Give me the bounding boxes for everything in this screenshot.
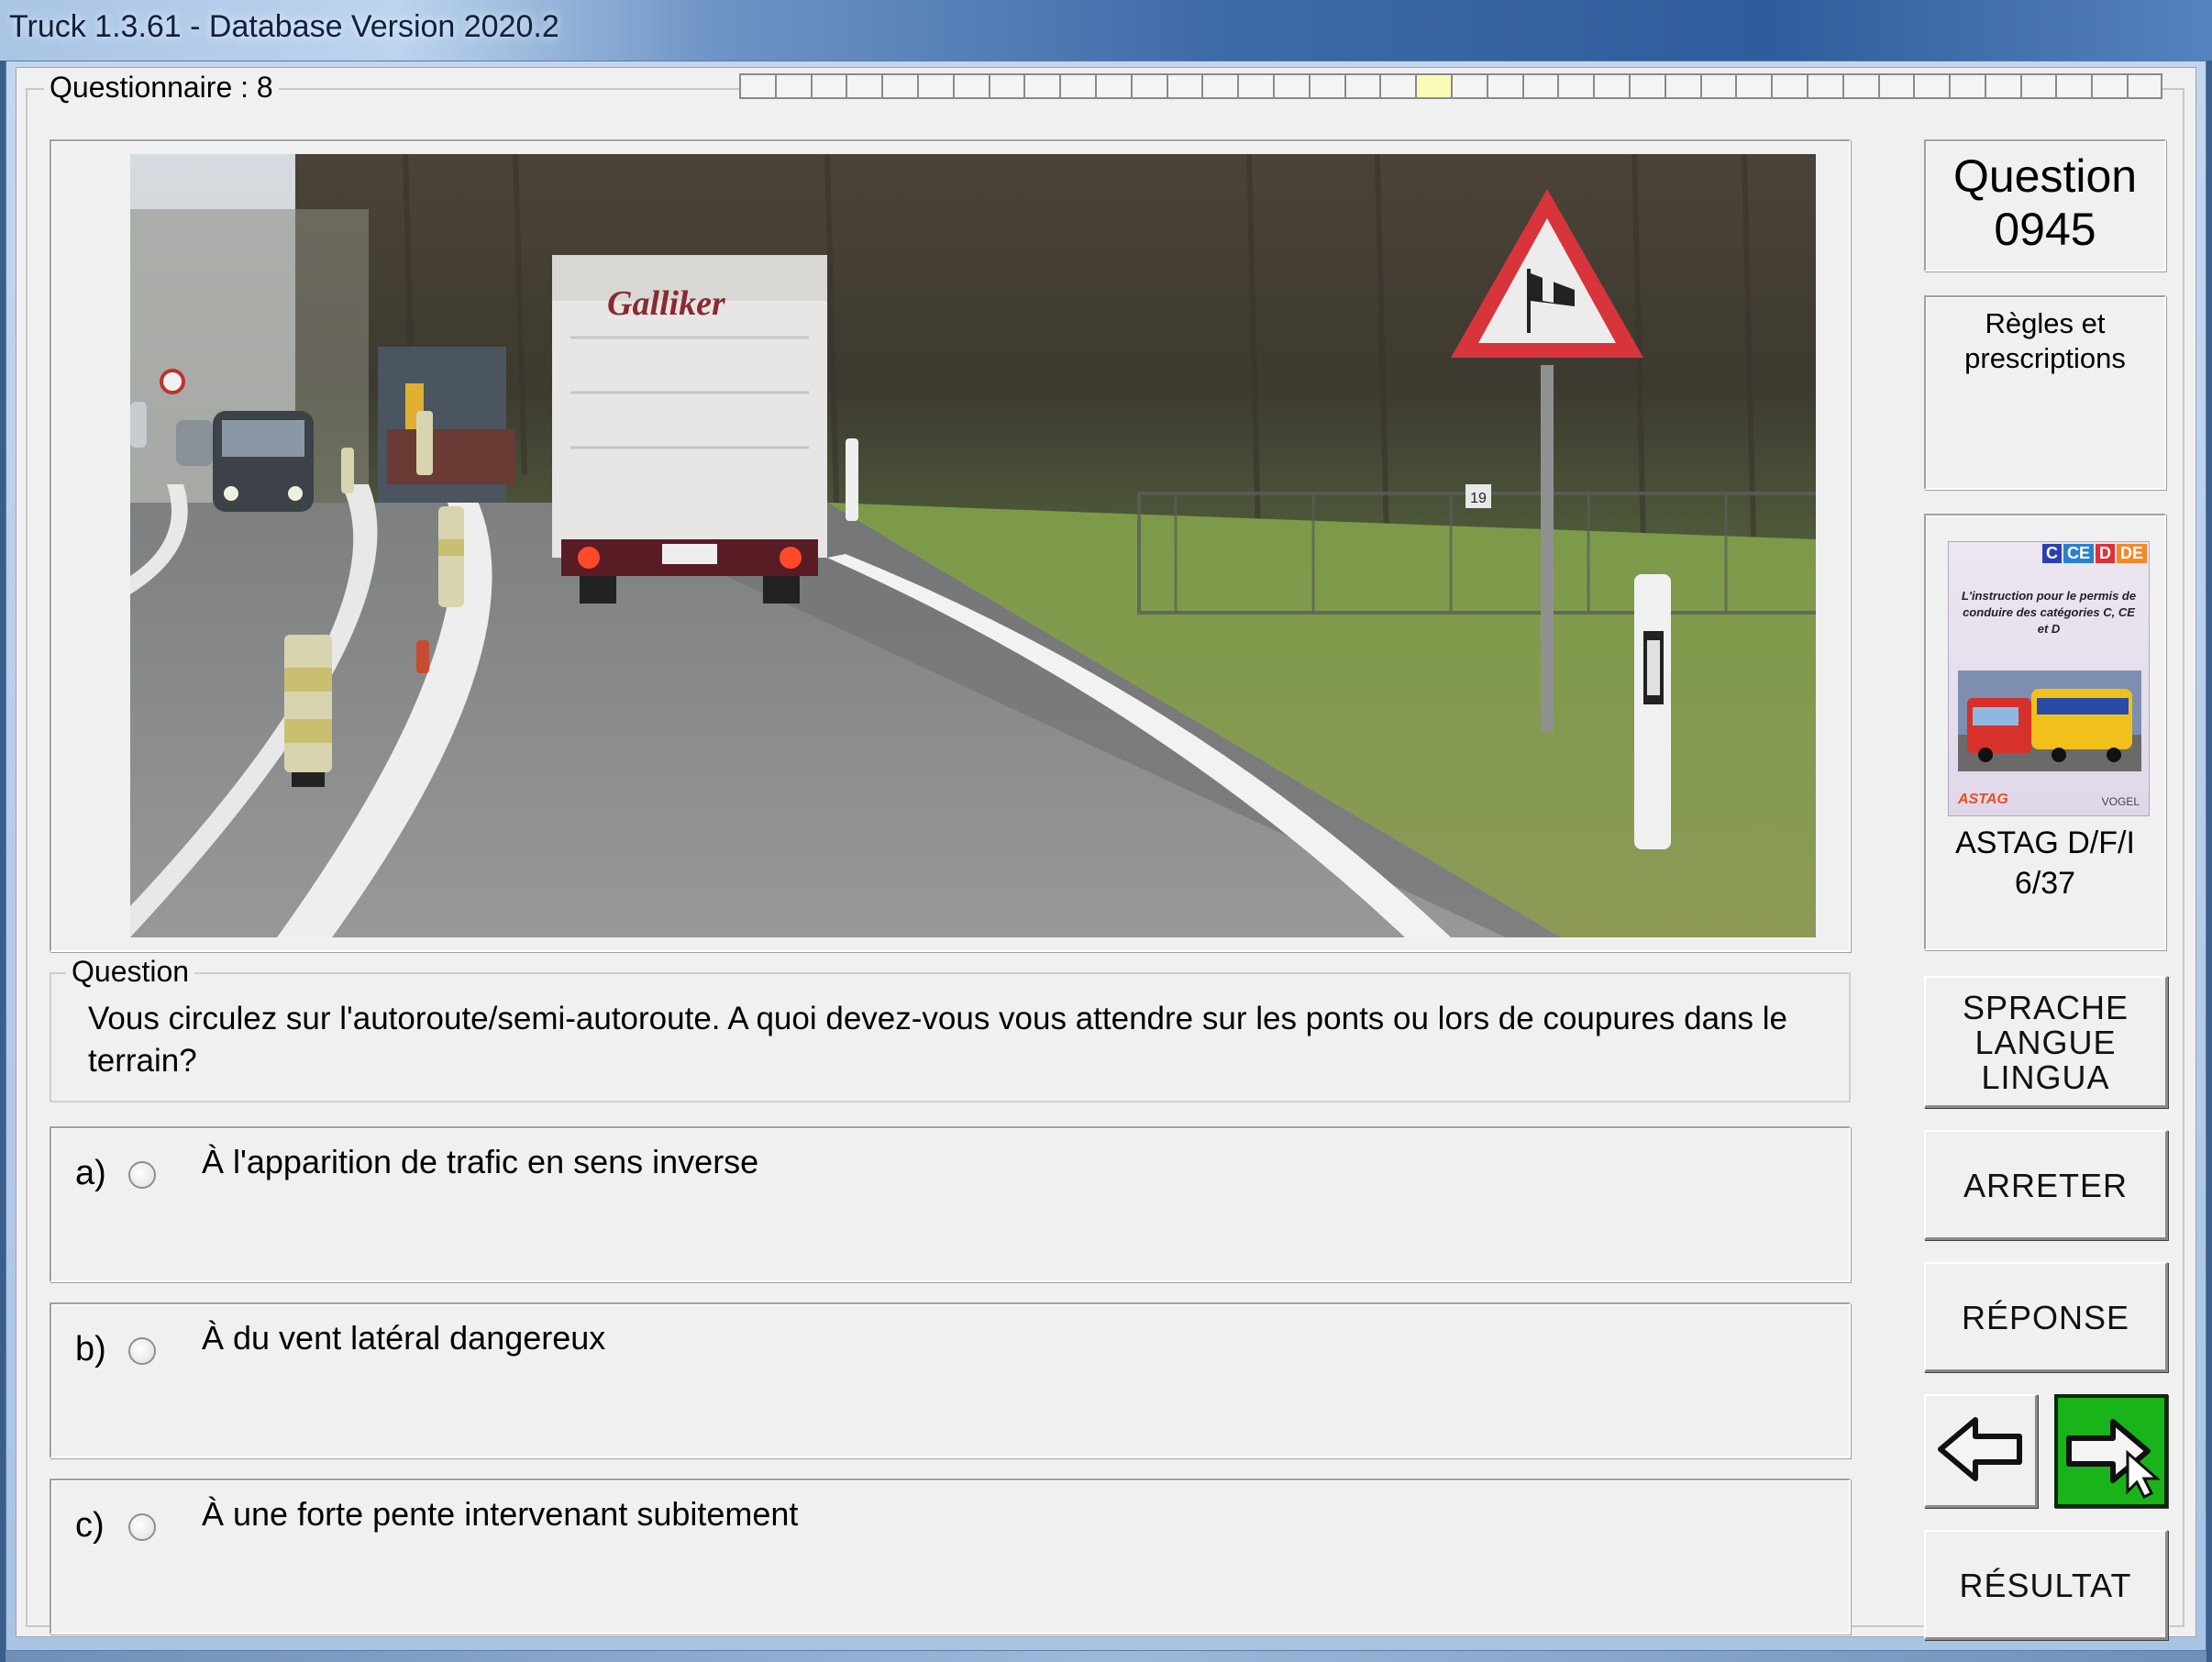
result-button[interactable]: RÉSULTAT [1924, 1530, 2168, 1640]
question-number: 0945 [1994, 204, 2096, 255]
answer-text: À une forte pente intervenant subitement [202, 1495, 799, 1533]
road-scene-image: 19 Galliker [130, 154, 1816, 937]
window-titlebar[interactable]: Truck 1.3.61 - Database Version 2020.2 [0, 0, 2212, 61]
textbook-panel: C CE D DE L'instruction pour le permis d… [1924, 514, 2166, 950]
stop-button[interactable]: ARRETER [1924, 1130, 2168, 1240]
progress-cell [774, 73, 811, 99]
progress-cell [2019, 73, 2056, 99]
progress-cell [1806, 73, 1842, 99]
progress-cell [739, 73, 775, 99]
progress-cell [1984, 73, 2020, 99]
previous-button[interactable] [1924, 1394, 2038, 1508]
progress-cell [1664, 73, 1700, 99]
progress-cell [846, 73, 882, 99]
arrow-left-icon [1938, 1417, 2022, 1481]
astag-logo: ASTAG [1958, 792, 2008, 807]
cover-vehicles-image [1958, 670, 2141, 771]
progress-cell [988, 73, 1024, 99]
progress-cell [1486, 73, 1522, 99]
progress-cell [1557, 73, 1594, 99]
progress-cell [1699, 73, 1736, 99]
progress-cell [1237, 73, 1273, 99]
textbook-cover-image: C CE D DE L'instruction pour le permis d… [1948, 541, 2150, 816]
answer-letter: a) [75, 1154, 106, 1192]
answer-button[interactable]: RÉPONSE [1924, 1262, 2168, 1372]
client-area: Questionnaire : 8 19 Galliker Question V… [16, 67, 2196, 1640]
answer-b-panel[interactable]: b) À du vent latéral dangereux [50, 1302, 1851, 1458]
progress-cell [2091, 73, 2128, 99]
progress-cell [2055, 73, 2092, 99]
answer-button-label: RÉPONSE [1961, 1299, 2130, 1336]
progress-cell [1308, 73, 1344, 99]
answer-text: À l'apparition de trafic en sens inverse [202, 1143, 759, 1180]
progress-cell [916, 73, 953, 99]
badge-ce: CE [2063, 544, 2094, 563]
progress-cell [1949, 73, 1985, 99]
question-photo: 19 Galliker [130, 154, 1816, 937]
stop-button-label: ARRETER [1963, 1167, 2129, 1204]
progress-cell [1166, 73, 1202, 99]
progress-cell [1059, 73, 1095, 99]
vogel-logo: VOGEL [2101, 795, 2140, 808]
question-label: Question [66, 956, 195, 987]
progress-cell [1130, 73, 1167, 99]
answer-c-panel[interactable]: c) À une forte pente intervenant subitem… [50, 1479, 1851, 1634]
question-group: Question Vous circulez sur l'autoroute/s… [50, 956, 1851, 1102]
progress-cell [1415, 73, 1451, 99]
category-label: Règles et prescriptions [1964, 307, 2126, 374]
badge-d: D [2095, 544, 2115, 563]
answer-a-panel[interactable]: a) À l'apparition de trafic en sens inve… [50, 1126, 1851, 1282]
progress-cell [952, 73, 989, 99]
progress-cell [1272, 73, 1309, 99]
window-title: Truck 1.3.61 - Database Version 2020.2 [9, 9, 559, 44]
question-number-panel: Question 0945 [1924, 139, 2166, 271]
progress-cell [1201, 73, 1238, 99]
language-button[interactable]: SPRACHE LANGUE LINGUA [1924, 976, 2168, 1108]
truck-logo-text: Galliker [607, 284, 726, 323]
window-frame: Questionnaire : 8 19 Galliker Question V… [6, 61, 2206, 1651]
questionnaire-label: Questionnaire : 8 [44, 72, 279, 103]
badge-c: C [2041, 544, 2062, 563]
question-title: Question [1952, 150, 2138, 202]
cover-title: L'instruction pour le permis de conduire… [1961, 589, 2137, 636]
progress-cell [1841, 73, 1878, 99]
mouse-cursor-icon [2126, 1449, 2161, 1500]
progress-cell [1735, 73, 1772, 99]
next-button[interactable] [2054, 1394, 2168, 1508]
progress-cell [1450, 73, 1487, 99]
photo-panel: 19 Galliker [50, 139, 1851, 952]
badge-de: DE [2116, 544, 2147, 563]
textbook-page: 6/37 [2014, 866, 2076, 901]
textbook-name: ASTAG D/F/I [1955, 825, 2135, 860]
answer-a-radio[interactable] [128, 1161, 156, 1189]
answer-letter: c) [75, 1506, 105, 1545]
progress-cell [1521, 73, 1558, 99]
question-text: Vous circulez sur l'autoroute/semi-autor… [88, 1001, 1788, 1079]
answer-letter: b) [75, 1330, 106, 1368]
progress-cell [1344, 73, 1380, 99]
questionnaire-group: Questionnaire : 8 19 Galliker Question V… [26, 72, 2184, 1640]
progress-cell [1913, 73, 1950, 99]
progress-cell [1023, 73, 1060, 99]
progress-cell [1593, 73, 1629, 99]
progress-cell [1379, 73, 1416, 99]
progress-cell [1877, 73, 1914, 99]
progress-cell [1771, 73, 1807, 99]
arrow-right-icon [2066, 1419, 2161, 1500]
answer-b-radio[interactable] [128, 1337, 156, 1365]
progress-cell [881, 73, 917, 99]
marker-number: 19 [1470, 491, 1487, 506]
language-button-label: SPRACHE LANGUE LINGUA [1962, 989, 2129, 1096]
questionnaire-progress-bar [739, 73, 2162, 101]
window-bottom-border [6, 1651, 2206, 1662]
progress-cell [1094, 73, 1131, 99]
progress-cell [1628, 73, 1665, 99]
progress-cell [810, 73, 846, 99]
category-panel: Règles et prescriptions [1924, 295, 2166, 490]
answer-text: À du vent latéral dangereux [202, 1319, 606, 1357]
answer-c-radio[interactable] [128, 1513, 156, 1541]
result-button-label: RÉSULTAT [1959, 1567, 2132, 1604]
progress-cell [2127, 73, 2162, 99]
